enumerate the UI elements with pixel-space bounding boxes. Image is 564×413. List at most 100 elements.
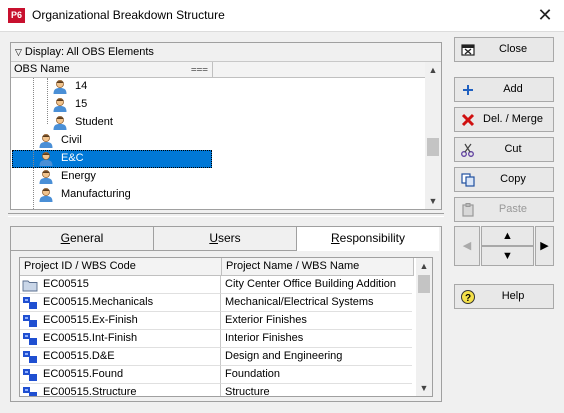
window-title: Organizational Breakdown Structure <box>32 8 225 22</box>
tree-connector-line <box>47 78 48 124</box>
arrow-up-icon: ▲ <box>502 230 513 242</box>
project-name-cell: Design and Engineering <box>221 348 412 366</box>
collapse-triangle-icon: ▽ <box>15 47 22 57</box>
obs-person-icon <box>38 133 54 149</box>
display-filter-bar[interactable]: ▽ Display: All OBS Elements <box>11 43 441 62</box>
grid-row[interactable]: EC00515.Mechanicals Mechanical/Electrical… <box>20 294 416 312</box>
obs-person-icon <box>52 115 68 131</box>
close-button[interactable]: Close <box>454 37 554 62</box>
obs-tree-item[interactable]: Manufacturing <box>11 186 425 204</box>
grid-row[interactable]: EC00515 City Center Office Building Addit… <box>20 276 416 294</box>
move-left-button[interactable]: ◀ <box>454 226 480 266</box>
title-bar: P6 Organizational Breakdown Structure ✕ <box>0 0 564 32</box>
project-id-cell: EC00515.Mechanicals <box>20 294 221 312</box>
tree-connector-line <box>33 78 34 209</box>
grid-row[interactable]: EC00515.Int-Finish Interior Finishes <box>20 330 416 348</box>
project-id-cell: EC00515.Structure <box>20 384 221 396</box>
obs-name-header-label: OBS Name <box>14 63 70 75</box>
copy-button[interactable]: Copy <box>454 167 554 192</box>
obs-tree-panel: ▽ Display: All OBS Elements OBS Name ⩶ 14… <box>10 42 442 210</box>
delete-merge-button-label: Del. / Merge <box>483 113 543 125</box>
project-name-cell: Structure <box>221 384 412 396</box>
grid-scroll-up-arrow-icon[interactable]: ▲ <box>416 258 432 274</box>
project-id-text: EC00515.D&E <box>43 350 115 362</box>
obs-tree-item[interactable]: 14 <box>11 78 425 96</box>
project-name-header-label: Project Name / WBS Name <box>226 260 360 272</box>
scroll-thumb[interactable] <box>427 138 439 156</box>
project-id-cell: EC00515.Found <box>20 366 221 384</box>
delete-merge-button[interactable]: Del. / Merge <box>454 107 554 132</box>
obs-tree[interactable]: 14 15 Student Civil E&C Energy Manufacturing <box>11 78 425 209</box>
add-plus-icon <box>463 85 473 95</box>
grid-row[interactable]: EC00515.D&E Design and Engineering <box>20 348 416 366</box>
obs-tree-item[interactable]: E&C <box>11 150 425 168</box>
grid-row[interactable]: EC00515.Structure Structure <box>20 384 416 396</box>
obs-item-label: Student <box>75 116 113 128</box>
delete-x-icon <box>461 113 475 127</box>
obs-tree-item[interactable]: Civil <box>11 132 425 150</box>
project-id-header-label: Project ID / WBS Code <box>24 260 136 272</box>
help-button[interactable]: ? Help <box>454 284 554 309</box>
tab-general[interactable]: General <box>11 227 154 251</box>
obs-item-label: Civil <box>61 134 82 146</box>
obs-person-icon <box>38 169 54 185</box>
scissors-icon <box>461 143 474 157</box>
project-id-text: EC00515.Found <box>43 368 124 380</box>
wbs-icon <box>22 350 38 364</box>
cut-button[interactable]: Cut <box>454 137 554 162</box>
obs-item-label: Manufacturing <box>61 188 131 200</box>
wbs-icon <box>22 368 38 382</box>
svg-text:?: ? <box>465 293 471 304</box>
display-filter-label: Display: All OBS Elements <box>24 46 154 58</box>
grid-row[interactable]: EC00515.Ex-Finish Exterior Finishes <box>20 312 416 330</box>
obs-tree-item[interactable]: Student <box>11 114 425 132</box>
details-panel: General Users Responsibility Project ID / … <box>10 226 442 402</box>
project-id-text: EC00515.Ex-Finish <box>43 314 138 326</box>
copy-button-label: Copy <box>500 173 526 185</box>
arrow-down-icon: ▼ <box>502 250 513 262</box>
obs-tree-item[interactable]: 15 <box>11 96 425 114</box>
help-button-label: Help <box>501 290 525 302</box>
obs-name-column-header[interactable]: OBS Name ⩶ <box>11 62 213 78</box>
grid-row[interactable]: EC00515.Found Foundation <box>20 366 416 384</box>
grid-scrollbar[interactable]: ▲ ▼ <box>416 258 432 396</box>
obs-item-label: 14 <box>75 80 88 92</box>
obs-person-icon <box>52 97 68 113</box>
move-down-button[interactable]: ▼ <box>481 246 534 266</box>
project-id-cell: EC00515 <box>20 276 221 294</box>
scroll-down-arrow-icon[interactable]: ▼ <box>425 193 441 209</box>
obs-person-icon <box>52 79 68 95</box>
paste-button[interactable]: Paste <box>454 197 554 222</box>
scroll-up-arrow-icon[interactable]: ▲ <box>425 62 441 78</box>
help-question-icon: ? <box>461 290 475 304</box>
project-name-cell: Interior Finishes <box>221 330 412 348</box>
tab-users[interactable]: Users <box>154 227 297 251</box>
move-up-button[interactable]: ▲ <box>481 226 534 246</box>
close-window-icon <box>461 44 475 56</box>
arrow-left-icon: ◀ <box>462 240 472 252</box>
project-id-text: EC00515 <box>43 278 89 290</box>
add-button-label: Add <box>503 83 523 95</box>
wbs-icon <box>22 386 38 396</box>
tab-responsibility[interactable]: Responsibility <box>297 227 439 251</box>
paste-button-label: Paste <box>498 203 528 215</box>
window-close-icon[interactable]: ✕ <box>534 4 556 26</box>
column-sort-icon[interactable]: ⩶ <box>191 62 208 77</box>
project-name-column-header[interactable]: Project Name / WBS Name <box>222 258 414 276</box>
cut-button-label: Cut <box>504 143 522 155</box>
grid-scroll-down-arrow-icon[interactable]: ▼ <box>416 380 432 396</box>
responsibility-grid: Project ID / WBS Code Project Name / WBS… <box>19 257 433 397</box>
obs-tree-item[interactable]: Energy <box>11 168 425 186</box>
splitter-bar[interactable] <box>8 213 444 217</box>
header-filler <box>213 62 425 78</box>
wbs-icon <box>22 296 38 310</box>
move-right-button[interactable]: ▶ <box>535 226 554 266</box>
project-id-cell: EC00515.Ex-Finish <box>20 312 221 330</box>
copy-icon <box>461 173 475 187</box>
add-button[interactable]: Add <box>454 77 554 102</box>
obs-tree-scrollbar[interactable]: ▲ ▼ <box>425 62 441 209</box>
project-id-column-header[interactable]: Project ID / WBS Code <box>20 258 222 276</box>
grid-scroll-thumb[interactable] <box>418 275 430 293</box>
paste-clipboard-icon <box>462 203 474 217</box>
project-id-text: EC00515.Int-Finish <box>43 332 138 344</box>
